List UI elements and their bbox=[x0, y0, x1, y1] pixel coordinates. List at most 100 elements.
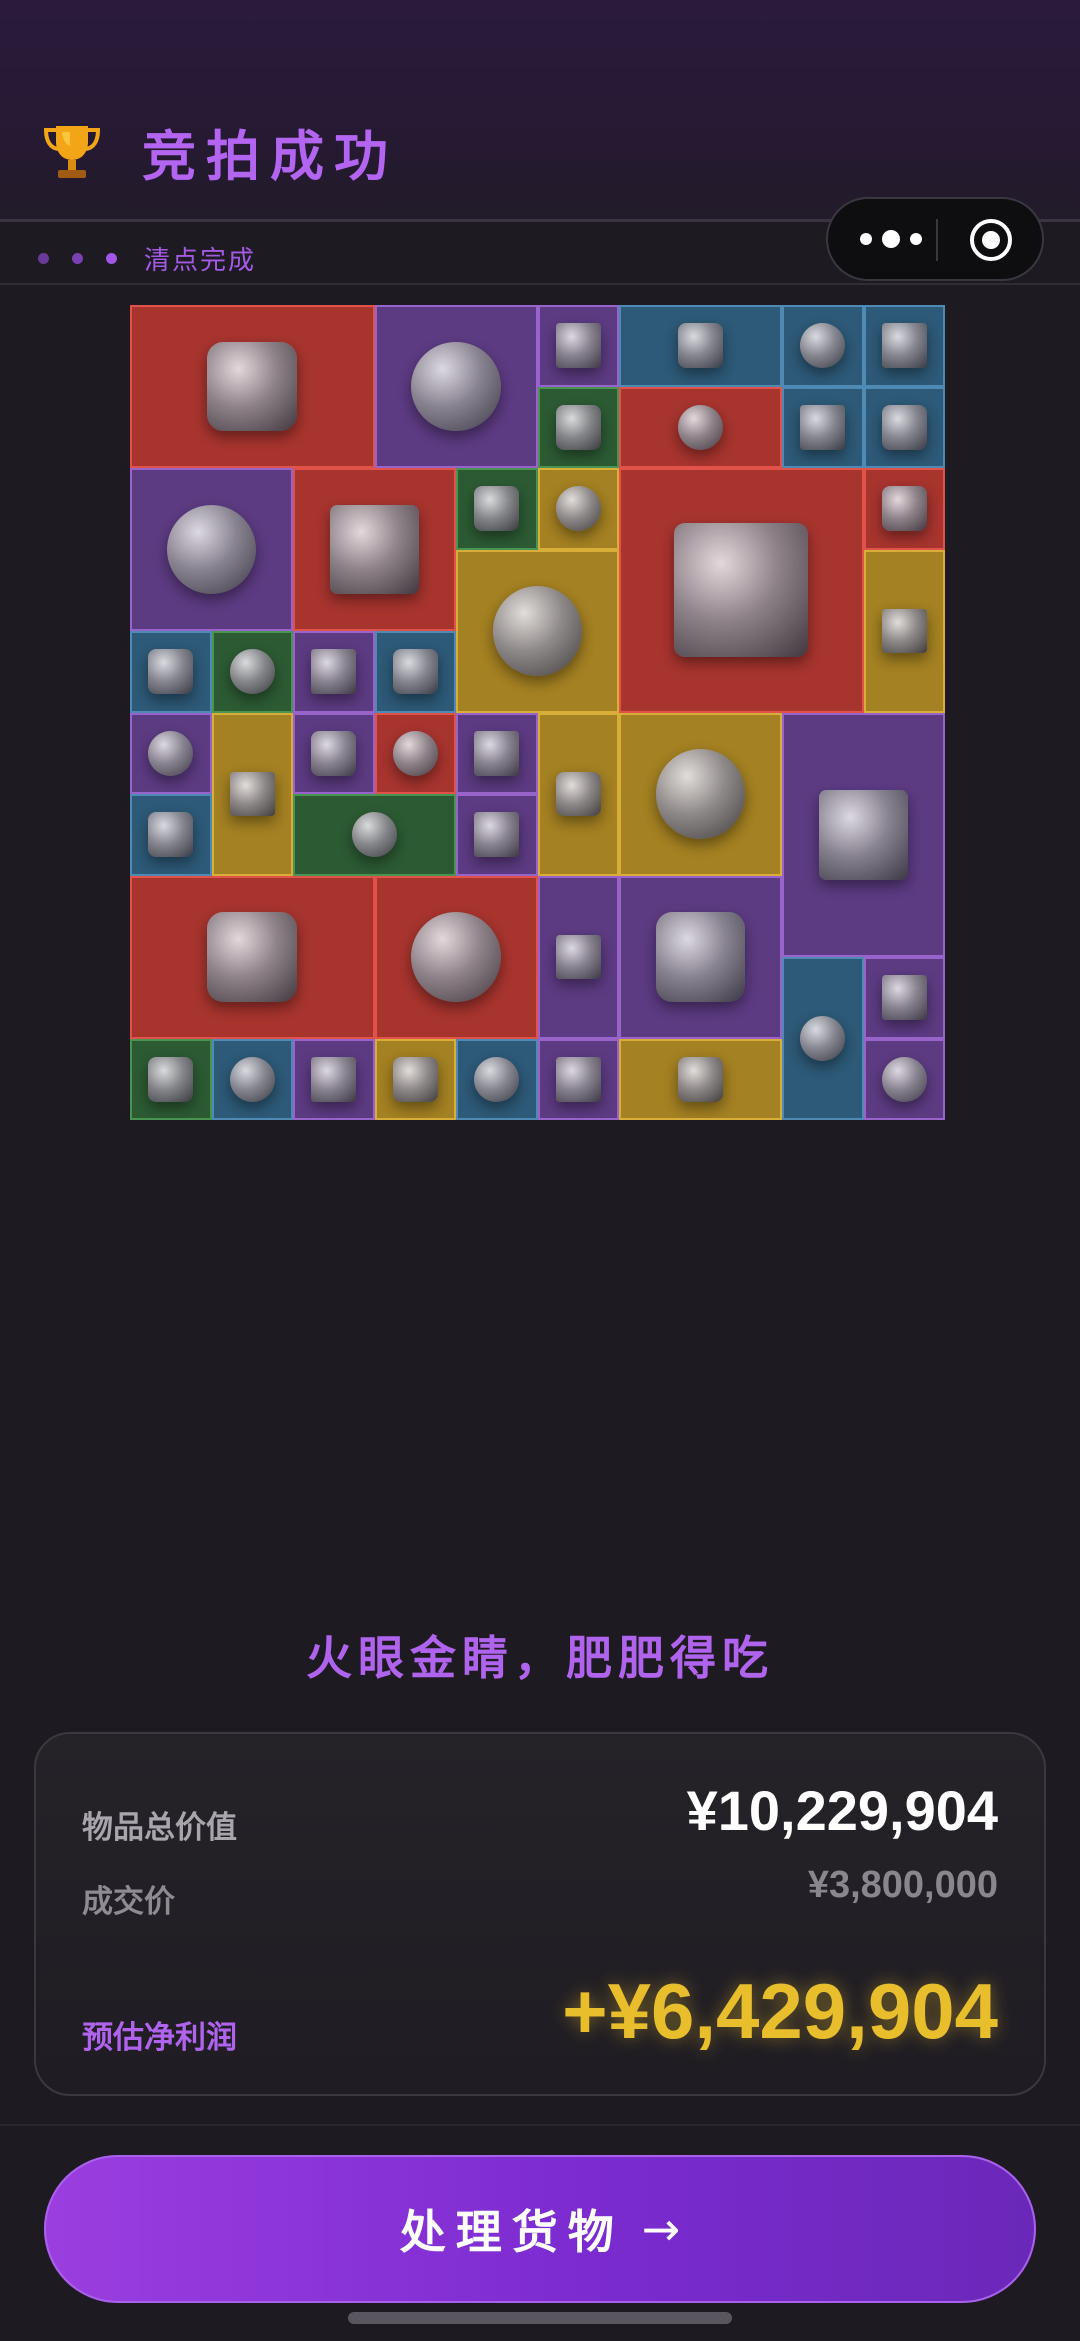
silver-oval-icon bbox=[881, 1056, 927, 1102]
crossbow-icon bbox=[678, 1056, 723, 1102]
item-cell-moss-dish bbox=[293, 1038, 375, 1120]
deal-price: ¥3,800,000 bbox=[807, 1864, 998, 1906]
computer-mouse-icon bbox=[800, 404, 846, 450]
item-cell-server-unit bbox=[130, 305, 375, 468]
item-cell-lighter-canister-2 bbox=[537, 712, 619, 876]
total-value-label: 物品总价值 bbox=[82, 1810, 237, 1846]
ration-can-icon bbox=[474, 1056, 520, 1102]
item-cell-metal-ring bbox=[863, 957, 945, 1039]
data-disc-icon bbox=[392, 649, 438, 695]
item-cell-battery-pack bbox=[211, 631, 293, 713]
capsule-divider bbox=[936, 219, 938, 261]
footer-divider bbox=[0, 2124, 1080, 2126]
laptop-icon bbox=[207, 912, 298, 1002]
process-goods-button[interactable]: 处理货物 → bbox=[44, 2155, 1036, 2303]
pill-bottle-icon bbox=[881, 404, 927, 450]
process-goods-label: 处理货物 bbox=[399, 2205, 624, 2259]
items-grid bbox=[130, 305, 945, 1120]
tactical-knife-icon bbox=[148, 730, 194, 776]
item-cell-data-disc bbox=[374, 631, 456, 713]
circuit-board-icon bbox=[311, 730, 357, 776]
item-cell-golden-vase bbox=[537, 875, 619, 1039]
smart-watch-icon bbox=[800, 323, 846, 369]
smart-watch-2-icon bbox=[229, 1056, 275, 1102]
item-cell-tea-cup bbox=[537, 1038, 619, 1120]
moss-dish-icon bbox=[311, 1056, 357, 1102]
item-cell-jeweled-egg bbox=[619, 468, 864, 713]
deal-price-label: 成交价 bbox=[82, 1884, 175, 1920]
item-cell-circular-saw bbox=[130, 468, 293, 631]
item-cell-dagger bbox=[456, 712, 538, 794]
item-cell-leather-journal bbox=[863, 549, 945, 713]
item-cell-gold-watch bbox=[374, 712, 456, 794]
miniprogram-capsule bbox=[826, 197, 1044, 281]
item-cell-wire-coil bbox=[130, 1038, 212, 1120]
snack-bar-icon bbox=[474, 812, 520, 858]
item-cell-circuit-module bbox=[537, 305, 619, 387]
trophy-icon bbox=[43, 125, 101, 178]
target-close-icon[interactable] bbox=[968, 217, 1014, 263]
item-cell-motherboard bbox=[619, 875, 782, 1039]
item-cell-laptop bbox=[130, 875, 375, 1039]
item-cell-oscilloscope bbox=[293, 468, 456, 631]
item-cell-ration-can bbox=[456, 1038, 538, 1120]
item-cell-hard-drive bbox=[456, 468, 538, 550]
profit-label: 预估净利润 bbox=[82, 2020, 237, 2056]
old-map-icon bbox=[352, 812, 397, 858]
item-cell-sauce-bottle bbox=[537, 468, 619, 550]
tripod-mount-icon bbox=[311, 649, 357, 695]
progress-dot bbox=[38, 253, 49, 264]
tea-cup-icon bbox=[555, 1056, 601, 1102]
fountain-pen-icon bbox=[881, 486, 927, 532]
profit-value: +¥6,429,904 bbox=[562, 1967, 998, 2055]
circular-saw-icon bbox=[166, 504, 257, 595]
leather-journal-icon bbox=[881, 608, 927, 654]
item-cell-confidential-file bbox=[782, 957, 864, 1120]
item-cell-old-map bbox=[293, 794, 456, 876]
satellite-dish-icon bbox=[655, 749, 746, 839]
coffee-machine-icon bbox=[411, 341, 501, 432]
item-cell-smart-watch bbox=[782, 305, 864, 387]
status-row: 清点完成 bbox=[38, 240, 256, 277]
usb-stick-icon bbox=[148, 812, 194, 858]
medicine-bottle-icon bbox=[555, 404, 601, 450]
more-dots-icon[interactable] bbox=[856, 223, 926, 255]
page-title: 竞拍成功 bbox=[142, 125, 398, 188]
item-cell-tactical-knife bbox=[130, 712, 212, 794]
gold-watch-icon bbox=[392, 730, 438, 776]
item-cell-snack-bar bbox=[456, 794, 538, 876]
wire-coil-icon bbox=[148, 1056, 194, 1102]
item-cell-crossbow bbox=[619, 1038, 782, 1120]
item-cell-fuel-jug bbox=[456, 549, 619, 713]
item-cell-assault-rifle bbox=[619, 305, 782, 387]
item-cell-usb-stick bbox=[130, 794, 212, 876]
hard-drive-icon bbox=[474, 486, 520, 532]
item-cell-lighter-canister bbox=[211, 712, 293, 876]
gold-necklace-icon bbox=[392, 1056, 438, 1102]
lighter-canister-2-icon bbox=[555, 771, 601, 817]
item-cell-ammo-box bbox=[130, 631, 212, 713]
subheader-divider bbox=[0, 283, 1080, 285]
item-cell-playing-card bbox=[863, 305, 945, 387]
item-cell-pill-bottle bbox=[863, 386, 945, 468]
arrow-right-icon: → bbox=[641, 2202, 681, 2256]
motherboard-icon bbox=[655, 912, 746, 1002]
item-cell-computer-mouse bbox=[782, 386, 864, 468]
slogan-text: 火眼金睛，肥肥得吃 bbox=[306, 1631, 774, 1685]
confidential-file-icon bbox=[800, 1016, 846, 1061]
golden-vase-icon bbox=[555, 934, 601, 980]
item-cell-gold-necklace bbox=[374, 1038, 456, 1120]
home-indicator[interactable] bbox=[348, 2312, 732, 2324]
fuel-jug-icon bbox=[492, 586, 583, 676]
status-text: 清点完成 bbox=[144, 246, 257, 276]
progress-dot bbox=[106, 253, 117, 264]
tablet-device-icon bbox=[678, 404, 723, 450]
circuit-module-icon bbox=[555, 323, 601, 369]
item-cell-coffee-machine bbox=[374, 305, 538, 468]
drone-icon bbox=[411, 912, 501, 1002]
item-cell-satellite-dish bbox=[619, 712, 782, 876]
progress-dot bbox=[72, 253, 83, 264]
summary-card: 物品总价值 ¥10,229,904 成交价 ¥3,800,000 预估净利润 +… bbox=[34, 1732, 1046, 2096]
sauce-bottle-icon bbox=[555, 486, 601, 532]
jeweled-egg-icon bbox=[674, 523, 809, 658]
